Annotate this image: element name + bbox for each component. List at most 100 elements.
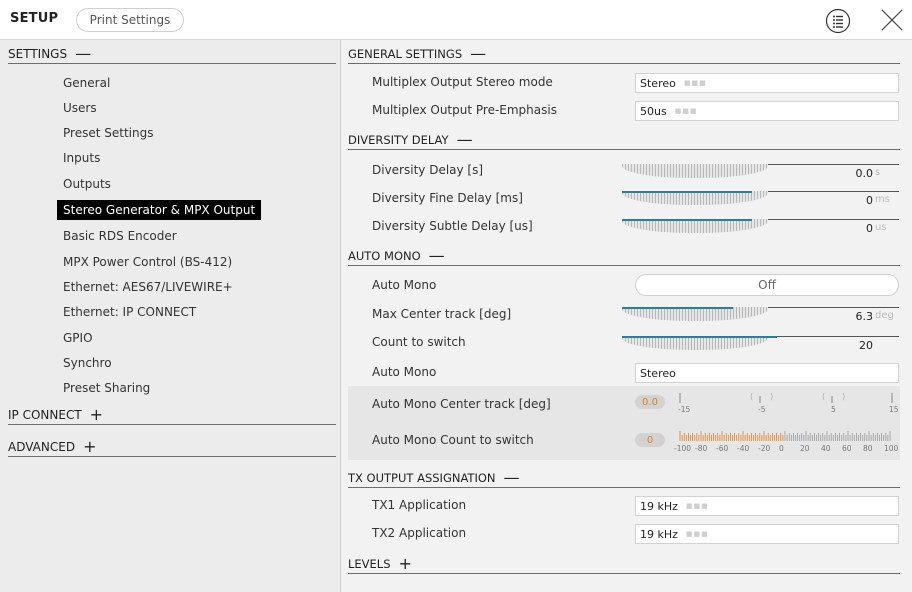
tx2-application-select[interactable]: 19 kHz ■■■ bbox=[635, 524, 899, 544]
expand-icon: + bbox=[83, 436, 97, 456]
slider-value: 0 bbox=[866, 222, 873, 235]
stereo-mode-value: Stereo bbox=[640, 76, 676, 90]
stereo-mode-select[interactable]: Stereo ■■■ bbox=[635, 73, 899, 93]
diversity-delay-header[interactable]: DIVERSITY DELAY — bbox=[348, 130, 900, 150]
count-scale-label: 60 bbox=[842, 444, 852, 453]
count-scale-label: 100 bbox=[884, 444, 899, 453]
svg-text:(: ( bbox=[750, 392, 753, 401]
settings-section-header[interactable]: SETTINGS — bbox=[8, 44, 336, 64]
max-center-track-slider[interactable]: 6.3 deg bbox=[622, 307, 899, 325]
count-scale-label: -40 bbox=[737, 444, 750, 453]
tx-output-header[interactable]: TX OUTPUT ASSIGNATION — bbox=[348, 468, 900, 488]
ip-connect-section-header[interactable]: IP CONNECT + bbox=[8, 405, 336, 425]
diversity-subtle-delay-label: Diversity Subtle Delay [us] bbox=[372, 219, 533, 233]
pre-emphasis-label: Multiplex Output Pre-Emphasis bbox=[372, 103, 557, 117]
count-meter-label: Auto Mono Count to switch bbox=[372, 433, 534, 447]
diversity-fine-delay-slider[interactable]: 0 ms bbox=[622, 191, 899, 209]
sidebar-item-inputs[interactable]: Inputs bbox=[57, 148, 106, 168]
count-scale-label: 80 bbox=[863, 444, 873, 453]
diversity-delay-label: Diversity Delay [s] bbox=[372, 163, 484, 177]
svg-text:(: ( bbox=[822, 392, 825, 401]
dots-icon: ■■■ bbox=[683, 79, 707, 87]
collapse-icon: — bbox=[503, 467, 520, 487]
sidebar-item-general[interactable]: General bbox=[57, 73, 116, 93]
slider-value: 0.0 bbox=[855, 167, 874, 180]
slider-value: 6.3 bbox=[855, 310, 874, 323]
pre-emphasis-value: 50us bbox=[640, 104, 667, 118]
stereo-mode-label: Multiplex Output Stereo mode bbox=[372, 75, 553, 89]
sidebar: SETTINGS — General Users Preset Settings… bbox=[0, 40, 341, 592]
levels-header[interactable]: LEVELS + bbox=[348, 554, 900, 574]
count-scale-label: -80 bbox=[695, 444, 708, 453]
diversity-delay-slider[interactable]: 0.0 s bbox=[622, 164, 899, 182]
count-scale-label: 20 bbox=[800, 444, 810, 453]
list-menu-icon[interactable] bbox=[825, 8, 851, 34]
auto-mono-mode-select[interactable]: Stereo bbox=[635, 363, 899, 383]
count-meter-value: 0 bbox=[635, 433, 665, 447]
count-scale-label: -20 bbox=[758, 444, 771, 453]
count-scale-label: 0 bbox=[779, 444, 784, 453]
diversity-subtle-delay-slider[interactable]: 0 us bbox=[622, 219, 899, 237]
settings-label: SETTINGS bbox=[8, 46, 68, 61]
center-track-meter-label: Auto Mono Center track [deg] bbox=[372, 397, 551, 411]
count-to-switch-label: Count to switch bbox=[372, 335, 466, 349]
close-icon[interactable] bbox=[878, 6, 906, 34]
section-title: DIVERSITY DELAY bbox=[348, 132, 449, 147]
top-bar: SETUP Print Settings bbox=[0, 0, 912, 40]
expand-icon: + bbox=[398, 553, 412, 573]
sidebar-item-mpx-power[interactable]: MPX Power Control (BS-412) bbox=[57, 252, 238, 272]
slider-value: 0 bbox=[866, 194, 873, 207]
section-title: LEVELS bbox=[348, 556, 391, 571]
dots-icon: ■■■ bbox=[685, 530, 709, 538]
general-settings-header[interactable]: GENERAL SETTINGS — bbox=[348, 44, 900, 64]
sidebar-item-preset-sharing[interactable]: Preset Sharing bbox=[57, 378, 156, 398]
advanced-section-header[interactable]: ADVANCED + bbox=[8, 437, 336, 457]
collapse-icon: — bbox=[470, 43, 487, 63]
svg-text:): ) bbox=[842, 392, 845, 401]
count-meter-bar bbox=[679, 431, 891, 441]
slider-unit: ms bbox=[875, 194, 890, 205]
auto-mono-mode-label: Auto Mono bbox=[372, 365, 437, 379]
slider-value: 20 bbox=[859, 339, 873, 352]
section-title: TX OUTPUT ASSIGNATION bbox=[348, 470, 496, 485]
collapse-icon: — bbox=[428, 245, 445, 265]
print-settings-button[interactable]: Print Settings bbox=[76, 8, 184, 32]
main-panel: GENERAL SETTINGS — Multiplex Output Ster… bbox=[342, 40, 912, 592]
auto-mono-toggle[interactable]: Off bbox=[635, 274, 899, 296]
sidebar-item-gpio[interactable]: GPIO bbox=[57, 328, 99, 348]
ip-connect-label: IP CONNECT bbox=[8, 407, 82, 422]
expand-icon: + bbox=[89, 404, 104, 424]
svg-text:): ) bbox=[770, 392, 773, 401]
sidebar-item-users[interactable]: Users bbox=[57, 98, 103, 118]
advanced-label: ADVANCED bbox=[8, 439, 76, 454]
collapse-icon: — bbox=[456, 129, 473, 149]
sidebar-item-ethernet-aes67[interactable]: Ethernet: AES67/LIVEWIRE+ bbox=[57, 277, 239, 297]
auto-mono-meters: Auto Mono Center track [deg] 0.0 ( ) ( )… bbox=[348, 386, 900, 460]
tx1-application-select[interactable]: 19 kHz ■■■ bbox=[635, 496, 899, 516]
center-scale-label: -5 bbox=[758, 405, 766, 414]
page-title: SETUP bbox=[10, 11, 59, 26]
sidebar-item-ethernet-ip-connect[interactable]: Ethernet: IP CONNECT bbox=[57, 302, 202, 322]
count-scale-label: 40 bbox=[821, 444, 831, 453]
tx2-value: 19 kHz bbox=[640, 527, 678, 541]
tx1-application-label: TX1 Application bbox=[372, 498, 467, 512]
sidebar-item-outputs[interactable]: Outputs bbox=[57, 174, 117, 194]
auto-mono-label: Auto Mono bbox=[372, 278, 437, 292]
pre-emphasis-select[interactable]: 50us ■■■ bbox=[635, 101, 899, 121]
count-to-switch-slider[interactable]: 20 bbox=[622, 336, 899, 354]
count-scale-label: -60 bbox=[716, 444, 729, 453]
center-track-meter-value: 0.0 bbox=[635, 395, 665, 409]
dots-icon: ■■■ bbox=[674, 107, 698, 115]
center-track-ticks: ( ) ( ) bbox=[679, 392, 893, 403]
sidebar-item-synchro[interactable]: Synchro bbox=[57, 353, 118, 373]
max-center-track-label: Max Center track [deg] bbox=[372, 307, 512, 321]
tx2-application-label: TX2 Application bbox=[372, 526, 467, 540]
count-scale-label: -100 bbox=[674, 444, 692, 453]
sidebar-item-basic-rds[interactable]: Basic RDS Encoder bbox=[57, 226, 183, 246]
dots-icon: ■■■ bbox=[685, 502, 709, 510]
slider-unit: us bbox=[875, 222, 887, 233]
section-title: GENERAL SETTINGS bbox=[348, 46, 463, 61]
sidebar-item-preset-settings[interactable]: Preset Settings bbox=[57, 123, 159, 143]
sidebar-item-stereo-generator[interactable]: Stereo Generator & MPX Output bbox=[57, 200, 262, 220]
auto-mono-header[interactable]: AUTO MONO — bbox=[348, 246, 900, 266]
